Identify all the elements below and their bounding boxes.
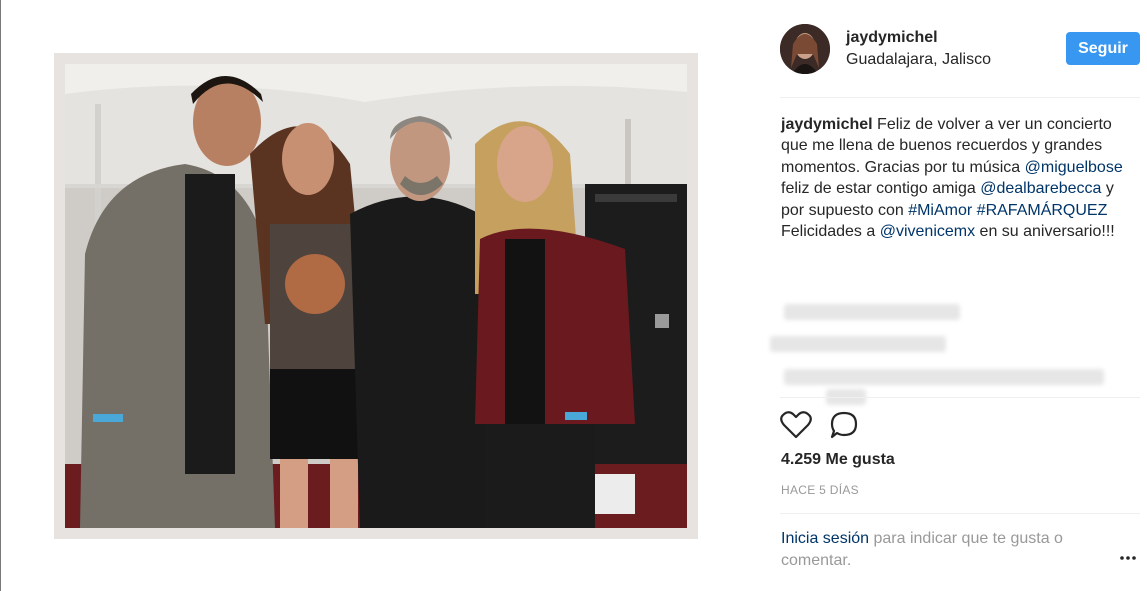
post-photo-frame	[54, 53, 698, 539]
post-timestamp: HACE 5 DÍAS	[781, 483, 859, 497]
instagram-post-page: jaydymichel Guadalajara, Jalisco Seguir …	[0, 0, 1147, 591]
caption-text: Felicidades a	[781, 223, 880, 241]
avatar-image	[780, 24, 830, 74]
mention-link[interactable]: @miguelbose	[1025, 159, 1123, 176]
profile-avatar[interactable]	[780, 24, 830, 74]
likes-count[interactable]: 4.259 Me gusta	[781, 451, 895, 469]
mention-link[interactable]: @dealbarebecca	[980, 180, 1101, 197]
blurred-comment-line	[770, 336, 946, 352]
caption-text: feliz de estar contigo amiga	[781, 180, 981, 198]
photo-illustration	[65, 64, 687, 528]
mention-link[interactable]: @vivenicemx	[880, 223, 975, 240]
header-divider	[780, 97, 1140, 98]
heart-icon[interactable]	[779, 410, 813, 440]
footer-divider	[780, 513, 1140, 514]
comment-icon[interactable]	[828, 410, 862, 440]
post-caption: jaydymichel Feliz de volver a ver un con…	[781, 114, 1131, 242]
window-left-border	[0, 0, 1, 591]
blurred-comment-line	[784, 369, 1104, 385]
actions-divider	[780, 397, 1140, 398]
more-options-icon[interactable]	[1118, 548, 1138, 568]
post-author-username[interactable]: jaydymichel	[846, 29, 938, 47]
post-photo[interactable]	[65, 64, 687, 528]
hashtag-link[interactable]: #MiAmor	[908, 202, 972, 219]
caption-text: en su aniversario!!!	[975, 223, 1115, 241]
follow-button[interactable]: Seguir	[1066, 32, 1140, 65]
blurred-comment-line	[784, 304, 960, 320]
caption-author[interactable]: jaydymichel	[781, 116, 873, 133]
login-prompt: Inicia sesión para indicar que te gusta …	[781, 528, 1111, 572]
login-link[interactable]: Inicia sesión	[781, 530, 869, 547]
post-location[interactable]: Guadalajara, Jalisco	[846, 51, 991, 69]
hashtag-link[interactable]: #RAFAMÁRQUEZ	[977, 202, 1108, 219]
